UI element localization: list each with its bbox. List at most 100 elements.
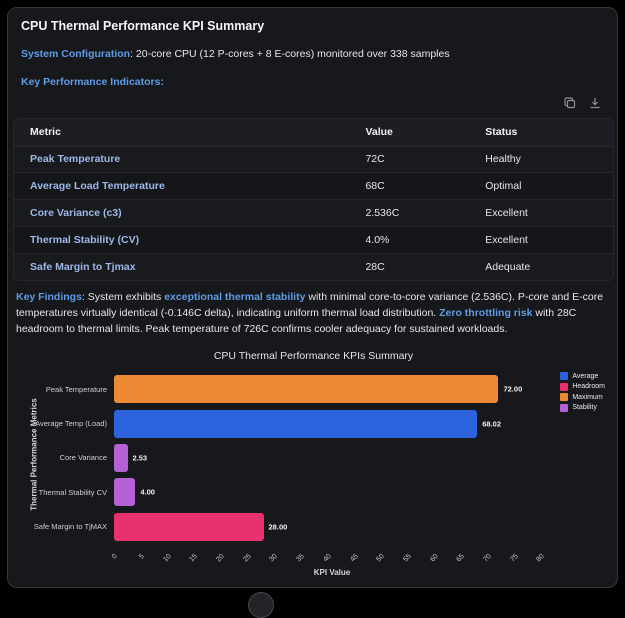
chart-category-label: Safe Margin to TjMAX [8, 522, 114, 531]
legend-label: Headroom [572, 383, 605, 390]
column-header-metric: Metric [14, 119, 349, 146]
legend-swatch [560, 372, 568, 380]
chart-bar[interactable] [114, 375, 498, 403]
table-row: Core Variance (c3)2.536CExcellent [14, 200, 613, 227]
chart-x-tick: 50 [375, 553, 385, 563]
chart-x-tick: 40 [322, 553, 332, 563]
table-cell-status: Excellent [469, 226, 613, 253]
legend-label: Average [572, 373, 598, 380]
table-cell-metric: Core Variance (c3) [14, 200, 349, 227]
legend-item: Headroom [560, 383, 605, 391]
copy-icon[interactable] [563, 96, 577, 110]
chart-bar[interactable] [114, 478, 135, 506]
key-findings-segment: Key Findings [16, 291, 82, 303]
kpi-table-body: Peak Temperature72CHealthyAverage Load T… [14, 146, 613, 280]
report-card: CPU Thermal Performance KPI Summary Syst… [7, 7, 618, 588]
legend-item: Maximum [560, 393, 605, 401]
chart-bar-area: 68.02 [114, 406, 550, 440]
scroll-indicator-partial[interactable] [248, 592, 274, 618]
chart-plot: Peak Temperature 72.00 Average Temp (Load)… [8, 372, 550, 544]
chart-legend: Average Headroom Maximum Stability [560, 372, 605, 414]
table-cell-metric: Average Load Temperature [14, 173, 349, 200]
legend-swatch [560, 383, 568, 391]
chart-x-tick: 35 [295, 553, 305, 563]
table-row: Thermal Stability (CV)4.0%Excellent [14, 226, 613, 253]
chart-x-tick: 45 [349, 553, 359, 563]
table-row: Peak Temperature72CHealthy [14, 146, 613, 173]
kpi-table: Metric Value Status Peak Temperature72CH… [14, 119, 613, 280]
column-header-status: Status [469, 119, 613, 146]
kpi-table-wrap: Metric Value Status Peak Temperature72CH… [13, 118, 614, 281]
chart-x-tick: 5 [138, 553, 146, 561]
legend-swatch [560, 404, 568, 412]
chart-x-tick: 75 [509, 553, 519, 563]
chart-x-ticks: 05101520253035404550556065707580 [114, 548, 550, 570]
chart-x-tick: 10 [162, 553, 172, 563]
chart-bar-value: 2.53 [133, 453, 148, 462]
table-header-row: Metric Value Status [14, 119, 613, 146]
chart-bar-value: 72.00 [503, 385, 522, 394]
chart-x-tick: 60 [429, 553, 439, 563]
page-background: CPU Thermal Performance KPI Summary Syst… [0, 0, 625, 600]
table-cell-status: Healthy [469, 146, 613, 173]
chart-bar-area: 2.53 [114, 441, 550, 475]
legend-item: Stability [560, 404, 605, 412]
key-findings-segment: exceptional thermal stability [164, 291, 305, 303]
table-cell-status: Adequate [469, 253, 613, 280]
chart-bar-area: 28.00 [114, 510, 550, 544]
chart-x-tick: 25 [242, 553, 252, 563]
chart-x-tick: 30 [269, 553, 279, 563]
chart-bar-row: Core Variance 2.53 [8, 441, 550, 475]
chart-x-axis-label: KPI Value [114, 568, 550, 577]
table-cell-status: Optimal [469, 173, 613, 200]
chart-bar-value: 68.02 [482, 419, 501, 428]
system-config-text: : 20-core CPU (12 P-cores + 8 E-cores) m… [130, 48, 450, 60]
chart-bar[interactable] [114, 410, 477, 438]
chart-x-tick: 55 [402, 553, 412, 563]
chart-x-tick: 70 [482, 553, 492, 563]
legend-swatch [560, 393, 568, 401]
table-toolbar [563, 96, 602, 110]
chart-bar-row: Average Temp (Load) 68.02 [8, 406, 550, 440]
system-config-line: System Configuration: 20-core CPU (12 P-… [21, 48, 450, 60]
table-cell-status: Excellent [469, 200, 613, 227]
page-title: CPU Thermal Performance KPI Summary [21, 19, 264, 33]
chart-category-label: Thermal Stability CV [8, 488, 114, 497]
table-cell-value: 72C [349, 146, 469, 173]
chart-bar-row: Safe Margin to TjMAX 28.00 [8, 510, 550, 544]
chart-x-tick: 65 [456, 553, 466, 563]
chart-category-label: Peak Temperature [8, 385, 114, 394]
column-header-value: Value [349, 119, 469, 146]
key-findings-segment: : System exhibits [82, 291, 164, 303]
chart-bar-area: 72.00 [114, 372, 550, 406]
kpi-bar-chart: CPU Thermal Performance KPIs Summary Ave… [8, 342, 618, 588]
chart-bar-value: 28.00 [269, 522, 288, 531]
chart-bar-row: Peak Temperature 72.00 [8, 372, 550, 406]
chart-bar[interactable] [114, 444, 128, 472]
kpi-heading: Key Performance Indicators: [21, 76, 164, 88]
chart-category-label: Average Temp (Load) [8, 419, 114, 428]
table-cell-metric: Peak Temperature [14, 146, 349, 173]
table-row: Average Load Temperature68COptimal [14, 173, 613, 200]
chart-category-label: Core Variance [8, 453, 114, 462]
chart-x-tick: 80 [536, 553, 546, 563]
table-cell-metric: Thermal Stability (CV) [14, 226, 349, 253]
table-cell-metric: Safe Margin to Tjmax [14, 253, 349, 280]
table-cell-value: 4.0% [349, 226, 469, 253]
key-findings-segment: Zero throttling risk [439, 307, 532, 319]
table-cell-value: 2.536C [349, 200, 469, 227]
chart-title: CPU Thermal Performance KPIs Summary [8, 350, 618, 362]
chart-bar[interactable] [114, 513, 264, 541]
chart-x-tick: 0 [111, 553, 119, 561]
download-icon[interactable] [588, 96, 602, 110]
legend-item: Average [560, 372, 605, 380]
key-findings: Key Findings: System exhibits exceptiona… [16, 289, 615, 338]
chart-bar-row: Thermal Stability CV 4.00 [8, 475, 550, 509]
table-cell-value: 28C [349, 253, 469, 280]
system-config-label: System Configuration [21, 48, 130, 60]
chart-bar-value: 4.00 [140, 488, 155, 497]
table-row: Safe Margin to Tjmax28CAdequate [14, 253, 613, 280]
chart-bar-area: 4.00 [114, 475, 550, 509]
table-cell-value: 68C [349, 173, 469, 200]
legend-label: Stability [572, 404, 597, 411]
